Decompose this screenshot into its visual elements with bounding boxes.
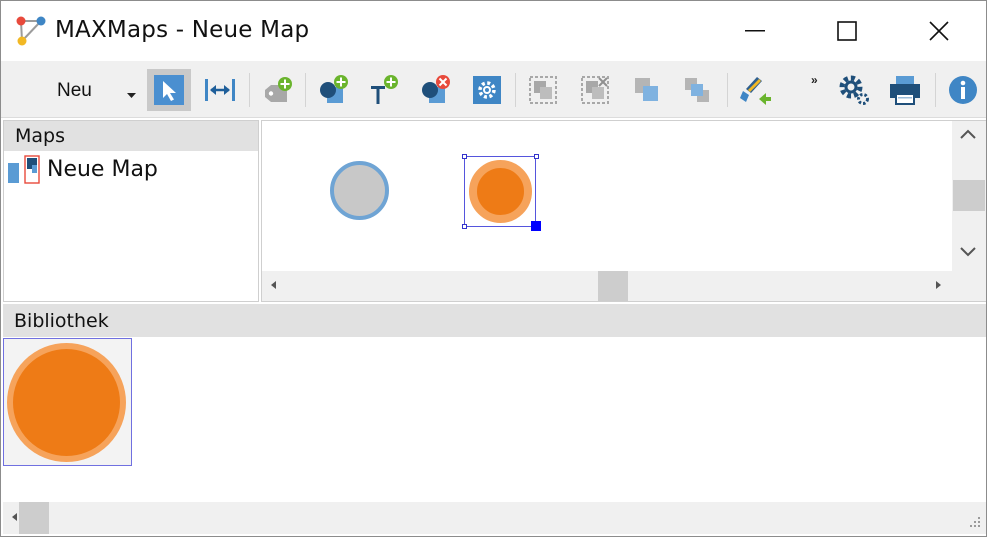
toolbar-overflow[interactable]: »: [811, 73, 818, 87]
map-node-gray-circle[interactable]: [330, 161, 389, 220]
minimize-icon: [745, 30, 765, 32]
resize-handle-top-left[interactable]: [462, 154, 467, 159]
toolbar-separator: [249, 73, 250, 107]
delete-node-icon: [422, 75, 450, 103]
library-scroll-thumb[interactable]: [19, 502, 49, 534]
toolbar-separator: [727, 73, 728, 107]
format-painter-icon: [740, 77, 771, 105]
title-bar[interactable]: MAXMaps - Neue Map: [1, 1, 986, 61]
library-shape-preview: [7, 343, 126, 462]
canvas-horizontal-scrollbar[interactable]: [262, 271, 952, 301]
print-icon: [890, 76, 920, 105]
settings-icon: [839, 75, 869, 105]
scroll-down-icon[interactable]: [960, 247, 976, 257]
settings-button[interactable]: [831, 69, 875, 111]
add-node-button[interactable]: [311, 69, 355, 111]
group-icon: [529, 76, 557, 104]
resize-handle-bottom-right[interactable]: [531, 221, 541, 231]
scroll-right-icon[interactable]: [936, 281, 942, 290]
map-canvas[interactable]: [261, 120, 986, 302]
pointer-icon: [154, 75, 184, 105]
library-panel-title: Bibliothek: [14, 310, 109, 332]
close-icon: [929, 21, 949, 41]
add-text-button[interactable]: [361, 69, 405, 111]
app-window: MAXMaps - Neue Map Neu » Maps Neue Map B…: [0, 0, 987, 537]
library-item-orange-circle[interactable]: [3, 338, 132, 466]
info-icon: [949, 76, 977, 104]
scroll-left-icon[interactable]: [271, 281, 277, 290]
canvas-area[interactable]: [262, 121, 952, 271]
print-button[interactable]: [883, 69, 927, 111]
add-tag-button[interactable]: [255, 69, 299, 111]
vertical-scroll-thumb[interactable]: [953, 180, 985, 211]
maximize-button[interactable]: [801, 1, 893, 61]
connector-tool-button[interactable]: [198, 69, 242, 111]
add-text-icon: [371, 75, 398, 104]
ungroup-button[interactable]: [573, 69, 617, 111]
library-panel-header: Bibliothek: [3, 304, 986, 337]
node-settings-button[interactable]: [465, 69, 509, 111]
info-button[interactable]: [941, 69, 985, 111]
window-title: MAXMaps - Neue Map: [55, 17, 310, 43]
add-node-icon: [320, 75, 348, 103]
send-back-icon: [685, 78, 709, 102]
new-dropdown-button[interactable]: Neu: [41, 69, 145, 111]
toolbar-separator: [305, 73, 306, 107]
scroll-up-icon[interactable]: [960, 129, 976, 139]
app-logo-icon: [16, 16, 46, 46]
add-tag-icon: [265, 77, 292, 102]
canvas-vertical-scrollbar[interactable]: [952, 121, 986, 271]
connector-icon: [205, 79, 235, 101]
new-button-label: Neu: [57, 80, 92, 101]
toolbar-separator: [515, 73, 516, 107]
toolbar-separator: [935, 73, 936, 107]
send-to-back-button[interactable]: [675, 69, 719, 111]
node-settings-icon: [473, 76, 501, 104]
map-document-icon: [8, 155, 40, 184]
maximize-icon: [837, 21, 857, 41]
maps-panel-title: Maps: [15, 125, 65, 147]
pointer-tool-button[interactable]: [147, 69, 191, 111]
library-horizontal-scrollbar[interactable]: [3, 502, 986, 534]
resize-handle-top-right[interactable]: [534, 154, 539, 159]
bring-to-front-button[interactable]: [625, 69, 669, 111]
horizontal-scroll-thumb[interactable]: [598, 271, 628, 301]
dropdown-arrow-icon: [127, 93, 136, 98]
toolbar: Neu »: [1, 61, 986, 118]
resize-handle-bottom-left[interactable]: [462, 224, 467, 229]
format-painter-button[interactable]: [733, 69, 777, 111]
maps-panel: Maps Neue Map: [3, 120, 259, 302]
map-list-item[interactable]: Neue Map: [6, 155, 246, 185]
resize-grip-icon[interactable]: [969, 516, 981, 528]
minimize-button[interactable]: [709, 1, 801, 61]
scrollbar-corner: [952, 271, 986, 301]
map-list-item-label: Neue Map: [47, 157, 158, 182]
maps-panel-header: Maps: [4, 121, 258, 151]
library-panel: Bibliothek: [3, 304, 986, 536]
map-node-orange-circle[interactable]: [469, 160, 532, 223]
bring-front-icon: [635, 78, 658, 101]
scroll-left-icon[interactable]: [12, 513, 18, 522]
delete-node-button[interactable]: [413, 69, 457, 111]
ungroup-icon: [581, 76, 609, 104]
group-button[interactable]: [521, 69, 565, 111]
close-button[interactable]: [893, 1, 985, 61]
